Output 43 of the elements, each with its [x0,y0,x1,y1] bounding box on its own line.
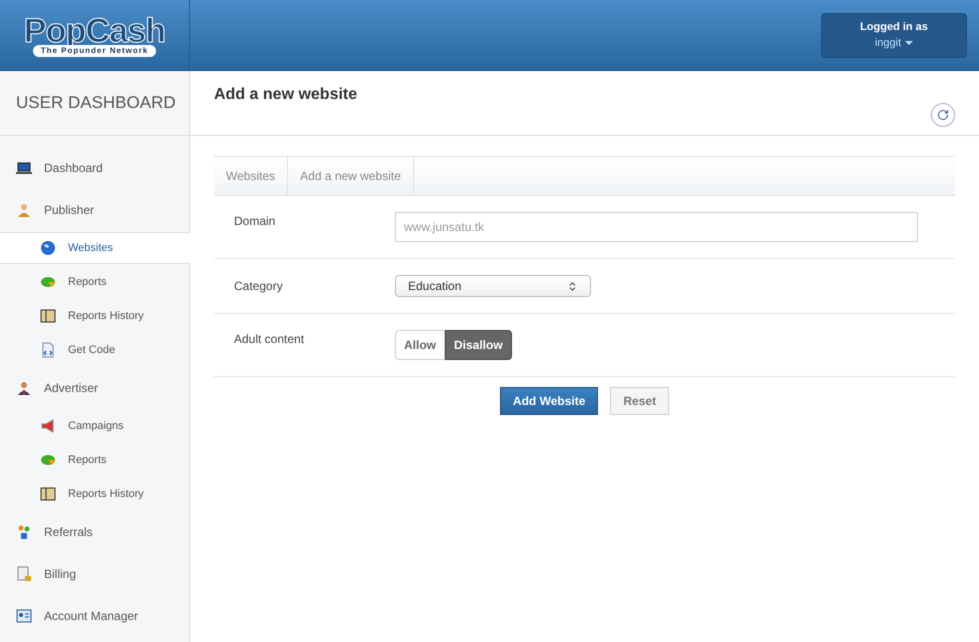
sidebar-item[interactable]: Advertiser [0,368,189,408]
page-title: Add a new website [214,85,358,105]
people-icon [16,524,32,540]
sidebar-item[interactable]: Reports History [0,478,189,510]
id-card-icon [16,608,32,624]
caret-icon [905,41,914,46]
sidebar-item[interactable]: Campaigns [0,410,189,442]
field-label: Category [234,278,284,295]
code-file-icon [40,342,56,358]
sidebar-title: USER DASHBOARD [16,92,176,114]
category-select[interactable]: Education [395,275,591,297]
document-icon [16,566,32,582]
field-label: Adult content [234,331,306,348]
laptop-icon [16,160,32,176]
folder-icon [40,308,56,324]
sidebar-item[interactable]: Reports [0,444,189,476]
pie-chart-icon [40,452,56,468]
refresh-icon [937,109,949,121]
sidebar-item[interactable]: Websites [0,232,190,264]
person-icon [16,380,32,396]
sidebar-item[interactable]: Get Code [0,334,189,366]
person-icon [16,202,32,218]
toggle-option[interactable]: Allow [395,330,445,360]
sidebar-item[interactable]: Billing [0,554,189,594]
sidebar-item[interactable]: Publisher [0,190,189,230]
folder-icon [40,486,56,502]
refresh-button[interactable] [931,103,955,127]
user-menu[interactable]: Logged in as inggit [821,12,967,58]
sidebar-item[interactable]: Referrals [0,512,189,552]
field-label: Domain [234,213,276,230]
logo[interactable]: PopCash The Popunder Network [0,0,190,70]
sidebar-item[interactable]: Reports History [0,300,189,332]
select-arrows-icon [567,280,578,292]
globe-icon [40,240,56,256]
domain-field[interactable]: www.junsatu.tk [395,212,918,242]
submit-button[interactable]: Add Website [500,387,598,415]
pie-chart-icon [40,274,56,290]
sidebar-item[interactable]: Reports [0,266,189,298]
megaphone-icon [40,418,56,434]
reset-button[interactable]: Reset [610,387,670,415]
sidebar-item[interactable]: Account Manager [0,596,189,636]
sidebar-item[interactable]: Dashboard [0,148,189,188]
toggle-option[interactable]: Disallow [445,330,512,360]
